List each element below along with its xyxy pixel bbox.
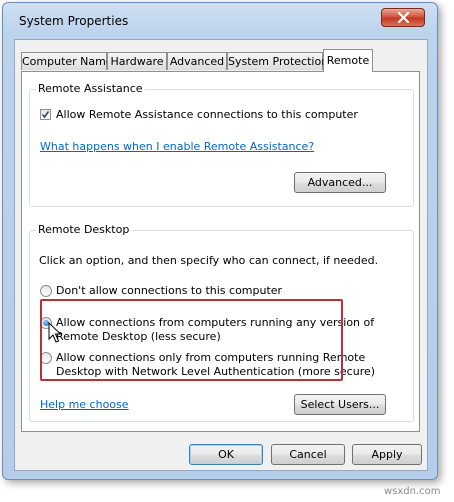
allow-remote-assistance-label[interactable]: Allow Remote Assistance connections to t…	[56, 108, 358, 121]
advanced-button[interactable]: Advanced...	[294, 172, 386, 193]
tab-remote[interactable]: Remote	[323, 49, 373, 72]
highlight-annotation-box	[40, 299, 343, 381]
tab-system-protection[interactable]: System Protection	[227, 52, 328, 70]
tab-advanced[interactable]: Advanced	[167, 52, 227, 70]
checkmark-icon	[41, 111, 50, 119]
remote-assistance-help-link[interactable]: What happens when I enable Remote Assist…	[40, 140, 314, 153]
allow-remote-assistance-checkbox[interactable]	[40, 109, 51, 120]
select-users-button[interactable]: Select Users...	[294, 394, 386, 415]
help-me-choose-link[interactable]: Help me choose	[40, 398, 129, 411]
close-icon	[397, 12, 410, 23]
tab-computer-name[interactable]: Computer Name	[21, 52, 113, 70]
radio-dont-allow-label[interactable]: Don't allow connections to this computer	[56, 284, 282, 297]
remote-assistance-group: Remote Assistance Allow Remote Assistanc…	[29, 82, 414, 207]
apply-button[interactable]: Apply	[352, 444, 422, 465]
ok-button[interactable]: OK	[189, 444, 263, 465]
remote-desktop-group-label: Remote Desktop	[36, 223, 132, 236]
radio-dont-allow[interactable]	[40, 285, 52, 297]
tab-hardware[interactable]: Hardware	[107, 52, 167, 70]
window-title: System Properties	[19, 14, 129, 28]
mouse-pointer-icon	[48, 322, 62, 343]
system-properties-window: System Properties Computer Name Hardware…	[2, 2, 438, 480]
watermark-text: wsxdn.com	[384, 486, 441, 497]
remote-assistance-group-label: Remote Assistance	[36, 82, 145, 95]
cancel-button[interactable]: Cancel	[271, 444, 345, 465]
dialog-client-area: Computer Name Hardware Advanced System P…	[14, 39, 428, 471]
close-button[interactable]	[381, 8, 425, 27]
remote-desktop-instructions: Click an option, and then specify who ca…	[39, 254, 379, 267]
